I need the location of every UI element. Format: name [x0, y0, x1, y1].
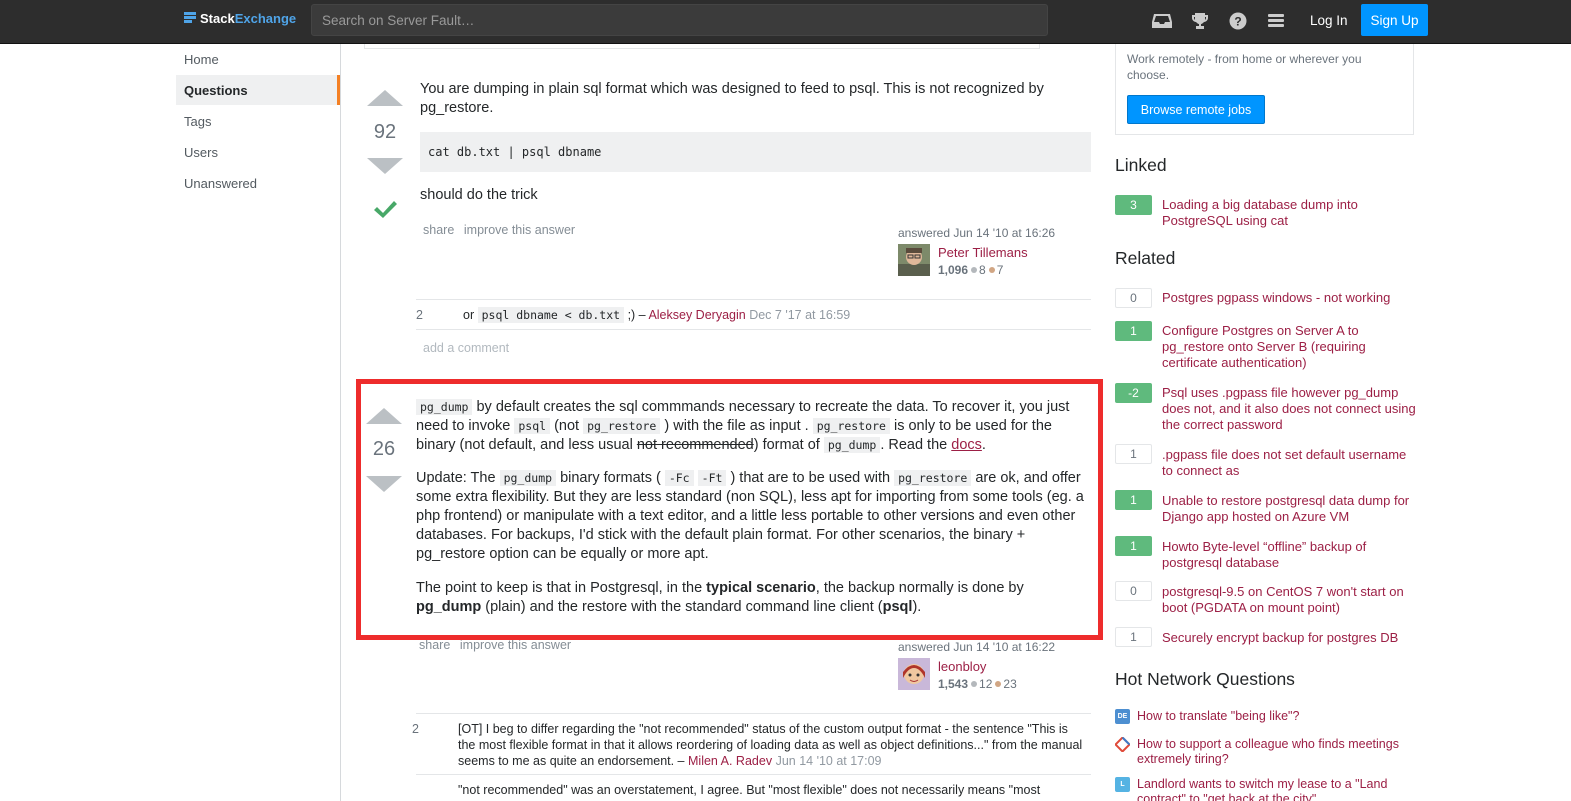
previous-block-border	[364, 44, 1040, 49]
related-question[interactable]: Postgres pgpass windows - not working	[1162, 290, 1416, 306]
comment-score: 2	[412, 722, 419, 736]
answer-paragraph: should do the trick	[420, 187, 538, 203]
comment-user[interactable]: Aleksey Deryagin	[648, 308, 745, 322]
post-menu: share improve this answer	[423, 222, 575, 237]
comments-divider	[416, 774, 1091, 775]
stackexchange-logo-icon	[184, 12, 196, 25]
related-question[interactable]: postgresql-9.5 on CentOS 7 won't start o…	[1162, 584, 1416, 616]
improve-answer-link[interactable]: improve this answer	[460, 638, 571, 652]
user-reputation: 1,096 8 7	[938, 263, 1004, 277]
law-site-icon: L	[1115, 777, 1130, 792]
linked-question[interactable]: Loading a big database dump into Postgre…	[1162, 197, 1416, 229]
promo-text: Work remotely - from home or wherever yo…	[1127, 52, 1362, 82]
related-score[interactable]: 1	[1115, 627, 1152, 647]
workplace-site-icon	[1115, 737, 1130, 752]
top-bar: StackExchange Search on Server Fault… ? …	[0, 0, 1571, 44]
comments-divider	[416, 329, 1091, 330]
vote-count: 92	[373, 121, 397, 143]
nav-item-home[interactable]: Home	[176, 44, 340, 74]
upvote-button[interactable]	[367, 90, 403, 106]
related-score[interactable]: 1	[1115, 321, 1152, 341]
user-name[interactable]: leonbloy	[938, 659, 986, 674]
hot-question[interactable]: Landlord wants to switch my lease to a "…	[1137, 777, 1412, 801]
answered-time: answered Jun 14 '10 at 16:26	[898, 226, 1056, 240]
comments-divider	[416, 299, 1091, 300]
hot-network-heading: Hot Network Questions	[1115, 669, 1295, 689]
related-score[interactable]: 0	[1115, 288, 1152, 308]
related-question[interactable]: Securely encrypt backup for postgres DB	[1162, 630, 1416, 646]
share-link[interactable]: share	[419, 638, 450, 652]
comment-score: 2	[416, 308, 423, 322]
site-switcher-icon[interactable]	[1265, 10, 1287, 32]
comment: "not recommended" was an overstatement, …	[458, 783, 1041, 797]
comments-divider	[416, 713, 1091, 714]
related-question[interactable]: .pgpass file does not set default userna…	[1162, 447, 1416, 479]
german-site-icon: DE	[1115, 709, 1130, 724]
code-block: cat db.txt | psql dbname	[420, 132, 1091, 172]
hot-question[interactable]: How to support a colleague who finds mee…	[1137, 737, 1412, 767]
nav-item-unanswered[interactable]: Unanswered	[176, 168, 340, 198]
stackexchange-logo[interactable]: StackExchange	[184, 11, 296, 26]
related-question[interactable]: Psql uses .pgpass file however pg_dump d…	[1162, 385, 1416, 433]
related-score[interactable]: 1	[1115, 490, 1152, 510]
downvote-button[interactable]	[367, 158, 403, 174]
hot-question[interactable]: How to translate "being like"?	[1137, 709, 1412, 724]
add-comment-link[interactable]: add a comment	[423, 341, 509, 355]
improve-answer-link[interactable]: improve this answer	[464, 223, 575, 237]
related-score[interactable]: 0	[1115, 581, 1152, 601]
linked-heading: Linked	[1115, 155, 1167, 175]
nav-item-questions[interactable]: Questions	[176, 75, 340, 105]
nav-item-tags[interactable]: Tags	[176, 106, 340, 136]
nav-item-users[interactable]: Users	[176, 137, 340, 167]
answered-time: answered Jun 14 '10 at 16:22	[898, 640, 1056, 654]
related-heading: Related	[1115, 248, 1176, 268]
share-link[interactable]: share	[423, 223, 454, 237]
comment-user[interactable]: Milen A. Radev	[688, 754, 772, 768]
signup-button[interactable]: Sign Up	[1361, 4, 1428, 36]
avatar[interactable]	[898, 244, 930, 276]
comment: [OT] I beg to differ regarding the "not …	[458, 722, 1083, 768]
avatar[interactable]	[898, 658, 930, 690]
inbox-icon[interactable]	[1151, 10, 1173, 32]
browse-remote-jobs-button[interactable]: Browse remote jobs	[1127, 95, 1265, 124]
linked-score[interactable]: 3	[1115, 195, 1152, 215]
highlight-box	[356, 379, 1103, 640]
trophy-icon[interactable]	[1189, 10, 1211, 32]
related-score[interactable]: 1	[1115, 444, 1152, 464]
related-score[interactable]: -2	[1115, 383, 1152, 403]
related-question[interactable]: Unable to restore postgresql data dump f…	[1162, 493, 1416, 525]
user-name[interactable]: Peter Tillemans	[938, 245, 1028, 260]
related-question[interactable]: Configure Postgres on Server A to pg_res…	[1162, 323, 1416, 371]
help-icon[interactable]: ?	[1227, 10, 1249, 32]
search-input[interactable]: Search on Server Fault…	[311, 4, 1048, 36]
accepted-answer-icon	[372, 197, 398, 223]
user-reputation: 1,543 12 23	[938, 677, 1017, 691]
related-question[interactable]: Howto Byte-level “offline” backup of pos…	[1162, 539, 1416, 571]
svg-text:?: ?	[1234, 15, 1241, 29]
login-link[interactable]: Log In	[1310, 13, 1348, 28]
answer-paragraph: You are dumping in plain sql format whic…	[420, 81, 1044, 116]
related-score[interactable]: 1	[1115, 536, 1152, 556]
comment: or psql dbname < db.txt ;) – Aleksey Der…	[463, 307, 851, 323]
